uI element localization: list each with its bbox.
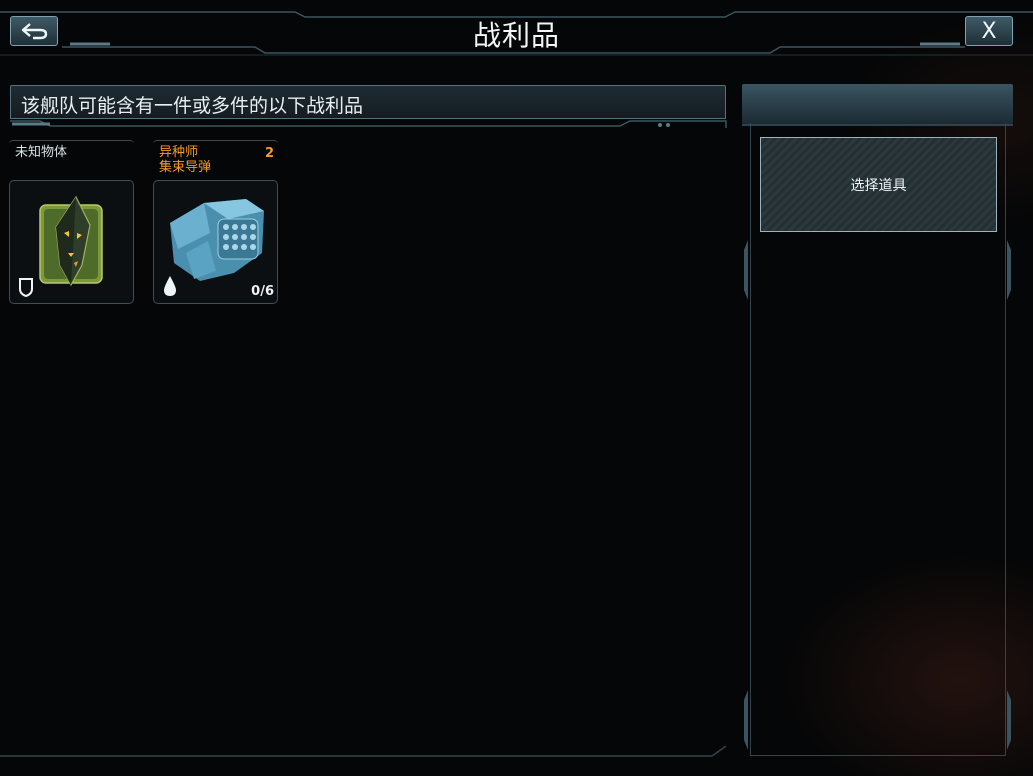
select-item-button[interactable]: 选择道具 [760,137,997,232]
loot-name: 异种师 集束导弹 [153,140,278,178]
cluster-missile-icon [170,199,264,281]
loot-count: 2 [264,146,274,161]
loot-info-banner: 该舰队可能含有一件或多件的以下战利品 [10,85,726,119]
banner-underline [10,120,727,128]
loot-name-line2: 集束导弹 [159,160,212,175]
page-title: 战利品 [472,19,560,52]
loot-info-text: 该舰队可能含有一件或多件的以下战利品 [21,95,364,117]
loot-icon-box: 0/6 [153,180,278,304]
loot-name: 未知物体 [9,140,134,178]
content-frame-bottom [0,745,727,757]
close-button[interactable]: X [965,16,1013,46]
loot-icon-box [9,180,134,304]
droplet-icon [164,276,176,296]
panel-header [742,84,1013,124]
unknown-crystal-icon [39,195,103,287]
loot-name-line1: 异种师 [159,145,199,160]
loot-quantity: 0/6 [251,284,274,299]
shield-icon [19,278,33,297]
